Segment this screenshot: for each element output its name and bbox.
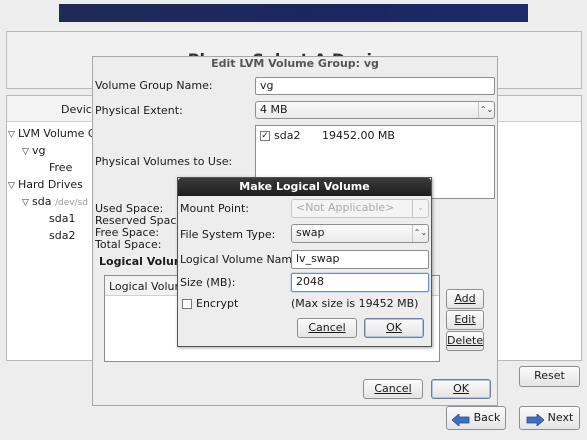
checkbox-unchecked-icon[interactable] [182,299,192,309]
physical-extent-select[interactable]: 4 MB ⌃⌄ [255,101,495,119]
expand-arrow-icon: ▽ [8,130,15,140]
spin-arrows-icon: ⌃⌄ [478,102,494,118]
make-lv-title: Make Logical Volume [178,178,431,196]
arrow-left-icon [451,412,470,427]
tree-item-vg[interactable]: ▽ vg [22,144,46,157]
fs-type-select[interactable]: swap ⌃⌄ [291,224,429,243]
lv-name-label: Logical Volume Name: [180,253,303,266]
chevron-down-icon: ⌄ [412,200,428,217]
pv-row-sda2[interactable]: ✓ sda2 19452.00 MB [260,129,395,142]
installer-banner [59,4,528,22]
max-size-note: (Max size is 19452 MB) [291,297,419,310]
make-lv-ok-button[interactable]: OK [364,318,424,338]
mount-point-select[interactable]: <Not Applicable> ⌄ [291,199,429,218]
add-button[interactable]: Add [446,289,484,309]
checkbox-checked-icon[interactable]: ✓ [260,131,270,141]
make-lv-cancel-button[interactable]: Cancel [297,318,357,338]
physical-volumes-label: Physical Volumes to Use: [95,155,233,168]
next-button[interactable]: Next [519,406,580,430]
tree-item-sda[interactable]: ▽ sda /dev/sd [22,195,88,208]
delete-button[interactable]: Delete [446,331,484,351]
back-button[interactable]: Back [446,406,506,430]
vg-name-label: Volume Group Name: [95,79,213,92]
tree-item-sda1[interactable]: sda1 [49,212,75,225]
size-input[interactable]: 2048 [291,273,429,292]
arrow-right-icon [526,412,545,427]
expand-arrow-icon: ▽ [22,147,29,157]
tree-item-sda2[interactable]: sda2 [49,229,75,242]
edit-dialog-title: Edit LVM Volume Group: vg [211,57,379,70]
spin-arrows-icon: ⌃⌄ [412,225,428,242]
edit-cancel-button[interactable]: Cancel [363,379,423,399]
size-label: Size (MB): [180,276,236,289]
sda-path: /dev/sd [54,198,89,208]
expand-arrow-icon: ▽ [8,181,15,191]
encrypt-option[interactable]: Encrypt [182,297,238,310]
expand-arrow-icon: ▽ [22,198,29,208]
total-space-label: Total Space: [95,238,162,251]
reset-button[interactable]: Reset [519,366,580,387]
lv-name-input[interactable]: lv_swap [291,250,429,269]
tree-item-hard-drives[interactable]: ▽ Hard Drives [8,178,83,191]
tree-item-lvm-group[interactable]: ▽ LVM Volume G [8,127,96,140]
fs-type-label: File System Type: [180,228,276,241]
vg-name-input[interactable]: vg [255,77,495,95]
physical-extent-label: Physical Extent: [95,104,183,117]
mount-point-label: Mount Point: [180,202,249,215]
edit-ok-button[interactable]: OK [431,379,491,399]
edit-button[interactable]: Edit [446,310,484,330]
tree-item-free[interactable]: Free [49,161,72,174]
